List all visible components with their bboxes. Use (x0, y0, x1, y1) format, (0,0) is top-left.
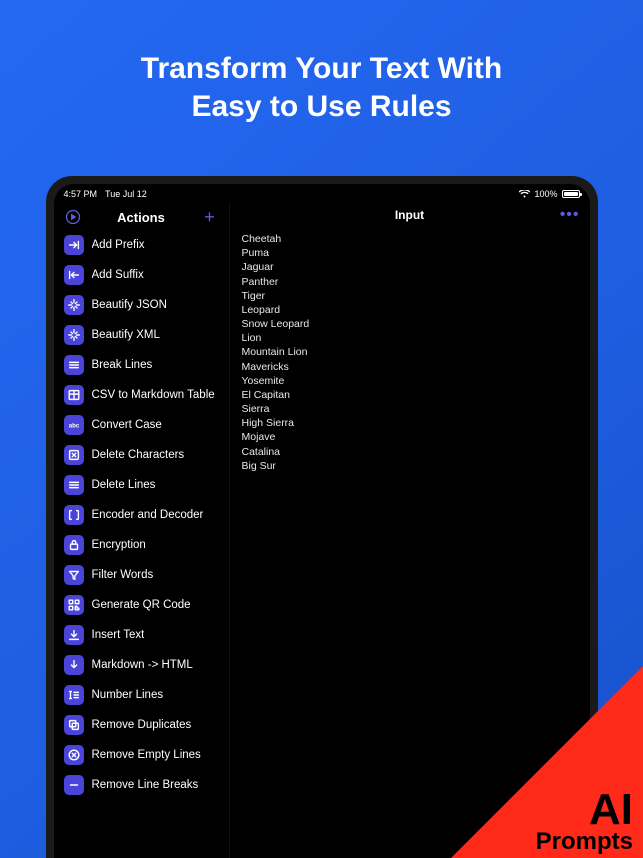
sidebar-item[interactable]: Delete Characters (54, 440, 229, 470)
sidebar-item-label: Filter Words (92, 569, 154, 581)
filter-icon (64, 565, 84, 585)
input-line: Panther (242, 275, 578, 289)
minus-icon (64, 775, 84, 795)
headline-line-2: Easy to Use Rules (40, 88, 603, 126)
marketing-headline: Transform Your Text With Easy to Use Rul… (0, 0, 643, 151)
svg-text:abc: abc (68, 423, 79, 430)
sidebar-item[interactable]: Insert Text (54, 620, 229, 650)
number-icon (64, 685, 84, 705)
arrow-left-bar-icon (64, 265, 84, 285)
sidebar-item[interactable]: Remove Empty Lines (54, 740, 229, 770)
arrow-right-bar-icon (64, 235, 84, 255)
more-button[interactable]: ••• (560, 206, 580, 224)
input-line: Jaguar (242, 260, 578, 274)
sidebar-item-label: Add Suffix (92, 269, 144, 281)
sidebar-item-label: CSV to Markdown Table (92, 389, 215, 401)
input-line: Tiger (242, 289, 578, 303)
input-line: Yosemite (242, 374, 578, 388)
input-text-area[interactable]: CheetahPumaJaguarPantherTigerLeopardSnow… (230, 228, 590, 473)
add-action-button[interactable]: + (200, 208, 218, 226)
input-line: Lion (242, 331, 578, 345)
sidebar-item[interactable]: Encoder and Decoder (54, 500, 229, 530)
input-line: Mountain Lion (242, 345, 578, 359)
sidebar-item[interactable]: Beautify JSON (54, 290, 229, 320)
sidebar-item-label: Encoder and Decoder (92, 509, 204, 521)
sidebar-item[interactable]: Add Suffix (54, 260, 229, 290)
input-line: Snow Leopard (242, 317, 578, 331)
input-line: Big Sur (242, 459, 578, 473)
sidebar-item-label: Remove Empty Lines (92, 749, 201, 761)
sidebar-item[interactable]: abc Convert Case (54, 410, 229, 440)
sidebar-item[interactable]: Add Prefix (54, 230, 229, 260)
x-circle-icon (64, 745, 84, 765)
sidebar-item[interactable]: Filter Words (54, 560, 229, 590)
sidebar-item[interactable]: Remove Line Breaks (54, 770, 229, 800)
input-line: Catalina (242, 445, 578, 459)
sidebar-item[interactable]: Delete Lines (54, 470, 229, 500)
main-panel: Input ••• CheetahPumaJaguarPantherTigerL… (230, 202, 590, 858)
sidebar-item-label: Add Prefix (92, 239, 145, 251)
input-line: Puma (242, 246, 578, 260)
input-line: High Sierra (242, 416, 578, 430)
run-button[interactable] (64, 208, 82, 226)
input-line: Cheetah (242, 232, 578, 246)
sidebar-item-label: Encryption (92, 539, 146, 551)
input-line: Sierra (242, 402, 578, 416)
status-time: 4:57 PM (64, 189, 98, 199)
sidebar-item[interactable]: Break Lines (54, 350, 229, 380)
qr-icon (64, 595, 84, 615)
sidebar-item-label: Convert Case (92, 419, 162, 431)
input-line: Mavericks (242, 360, 578, 374)
sidebar-item-label: Number Lines (92, 689, 164, 701)
lines-icon (64, 355, 84, 375)
sidebar-item-label: Insert Text (92, 629, 145, 641)
input-line: Mojave (242, 430, 578, 444)
device-frame: 4:57 PM Tue Jul 12 100% Actions + (46, 176, 598, 858)
table-icon (64, 385, 84, 405)
sidebar-title: Actions (117, 210, 165, 225)
sidebar-item[interactable]: Number Lines (54, 680, 229, 710)
sparkle-icon (64, 295, 84, 315)
input-line: El Capitan (242, 388, 578, 402)
sidebar-item[interactable]: Encryption (54, 530, 229, 560)
lines-icon (64, 475, 84, 495)
sidebar-item-label: Beautify XML (92, 329, 160, 341)
arrow-down-icon (64, 655, 84, 675)
sidebar-item-label: Remove Line Breaks (92, 779, 199, 791)
x-square-icon (64, 445, 84, 465)
sidebar-item[interactable]: Generate QR Code (54, 590, 229, 620)
insert-icon (64, 625, 84, 645)
abc-icon: abc (64, 415, 84, 435)
action-list: Add Prefix Add Suffix Beautify JSON Beautif… (54, 230, 229, 858)
sidebar-item-label: Remove Duplicates (92, 719, 192, 731)
sidebar-item-label: Beautify JSON (92, 299, 167, 311)
wifi-icon (519, 190, 530, 198)
sidebar-item[interactable]: Beautify XML (54, 320, 229, 350)
sidebar-item-label: Delete Lines (92, 479, 156, 491)
input-title: Input (395, 208, 424, 222)
headline-line-1: Transform Your Text With (40, 50, 603, 88)
brackets-icon (64, 505, 84, 525)
sparkle-icon (64, 325, 84, 345)
sidebar-item-label: Delete Characters (92, 449, 185, 461)
sidebar-item-label: Break Lines (92, 359, 153, 371)
input-line: Leopard (242, 303, 578, 317)
status-date: Tue Jul 12 (105, 189, 147, 199)
sidebar-item[interactable]: Markdown -> HTML (54, 650, 229, 680)
battery-icon (562, 190, 580, 198)
sidebar-item[interactable]: CSV to Markdown Table (54, 380, 229, 410)
status-bar: 4:57 PM Tue Jul 12 100% (54, 184, 590, 202)
sidebar-item-label: Generate QR Code (92, 599, 191, 611)
battery-percent: 100% (534, 189, 557, 199)
sidebar: Actions + Add Prefix Add Suffix Beautify J… (54, 202, 230, 858)
sidebar-item[interactable]: Remove Duplicates (54, 710, 229, 740)
lock-icon (64, 535, 84, 555)
sidebar-item-label: Markdown -> HTML (92, 659, 193, 671)
dup-icon (64, 715, 84, 735)
